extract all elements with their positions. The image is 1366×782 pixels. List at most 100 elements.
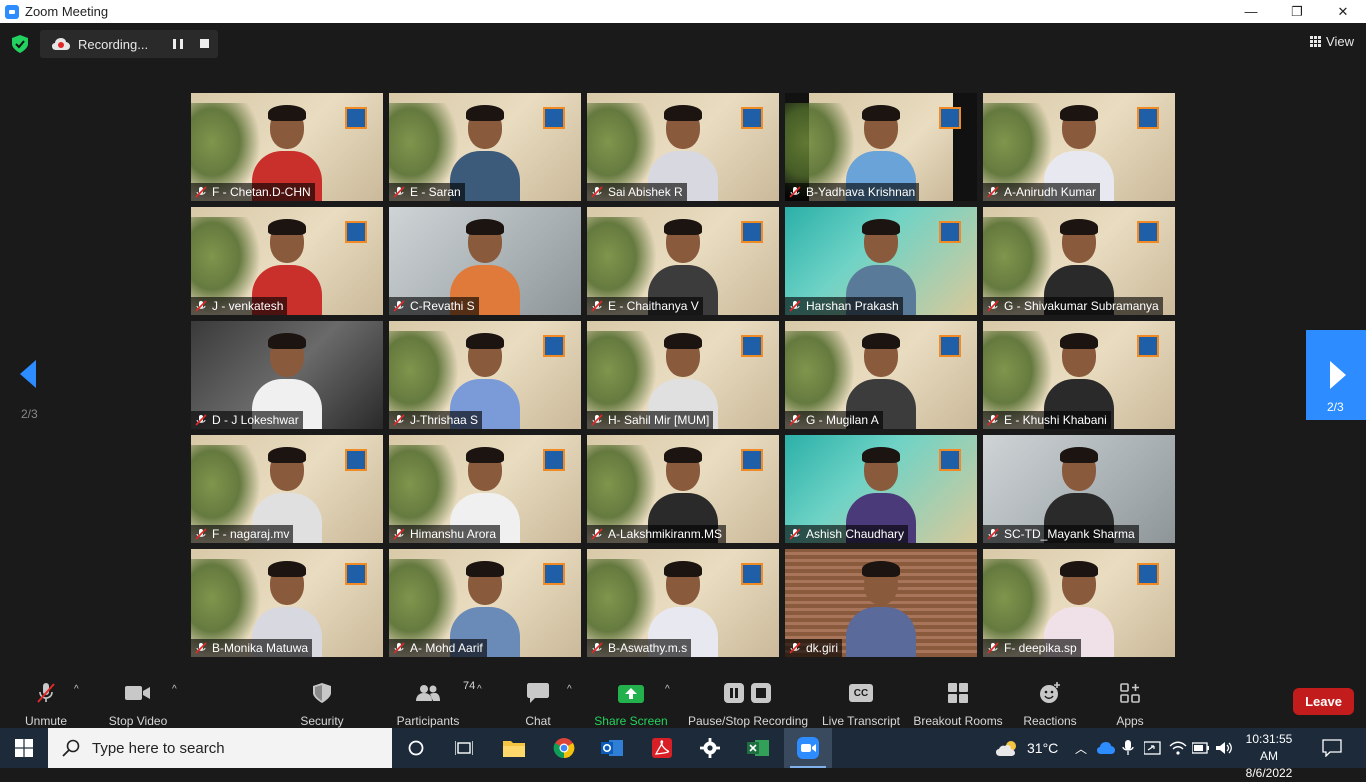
close-button[interactable]: ✕ — [1320, 0, 1366, 23]
background-logo — [741, 335, 763, 357]
leave-button[interactable]: Leave — [1293, 688, 1354, 715]
participant-video-tile[interactable]: A- Mohd Aarif — [389, 549, 581, 657]
stop-recording-button[interactable] — [200, 39, 209, 48]
participant-video-tile[interactable]: J - venkatesh — [191, 207, 383, 315]
chat-button[interactable]: Chat — [516, 670, 560, 728]
participant-video-tile[interactable]: D - J Lokeshwar — [191, 321, 383, 429]
meeting-toolbar: Unmute ^ Stop Video ^ Security 74 Partic… — [0, 670, 1366, 728]
cortana-button[interactable] — [392, 728, 440, 768]
maximize-button[interactable]: ❐ — [1274, 0, 1320, 23]
pause-stop-recording-button[interactable]: Pause/Stop Recording — [688, 670, 808, 728]
start-button[interactable] — [0, 728, 48, 768]
previous-page-button[interactable]: 2/3 — [0, 330, 60, 421]
apps-button[interactable]: Apps — [1110, 670, 1150, 728]
acrobat-button[interactable] — [638, 728, 686, 768]
participant-video-tile[interactable]: E - Saran — [389, 93, 581, 201]
reactions-button[interactable]: Reactions — [1022, 670, 1078, 728]
view-button[interactable]: View — [1310, 34, 1354, 49]
participant-video-tile[interactable]: Ashish Chaudhary — [785, 435, 977, 543]
participants-icon — [416, 685, 440, 701]
show-hidden-icons-button[interactable]: ︿ — [1072, 728, 1090, 768]
notifications-button[interactable] — [1322, 728, 1342, 768]
onedrive-tray-icon[interactable] — [1097, 728, 1115, 768]
pause-stop-recording-label: Pause/Stop Recording — [687, 714, 809, 728]
share-screen-button[interactable]: Share Screen — [594, 670, 668, 728]
file-explorer-button[interactable] — [490, 728, 538, 768]
participant-video-tile[interactable]: Sai Abishek R — [587, 93, 779, 201]
volume-tray-icon[interactable] — [1216, 728, 1234, 768]
gear-icon — [700, 738, 720, 758]
unmute-label: Unmute — [24, 714, 68, 728]
participant-video-tile[interactable]: A-Lakshmikiranm.MS — [587, 435, 779, 543]
chevron-left-icon — [20, 360, 36, 388]
pause-recording-button[interactable] — [173, 39, 183, 49]
security-button[interactable]: Security — [298, 670, 346, 728]
background-logo — [1137, 335, 1159, 357]
page-indicator-left: 2/3 — [21, 407, 38, 421]
participant-video-tile[interactable]: F- deepika.sp — [983, 549, 1175, 657]
taskbar-search-box[interactable]: Type here to search — [48, 728, 392, 768]
chrome-button[interactable] — [540, 728, 588, 768]
participant-name-bar: J - venkatesh — [191, 297, 288, 315]
background-logo — [543, 107, 565, 129]
excel-button[interactable] — [734, 728, 782, 768]
chevron-right-icon — [1330, 361, 1346, 389]
participants-options-caret-icon[interactable]: ^ — [477, 684, 482, 695]
participant-video-tile[interactable]: E - Khushi Khabani — [983, 321, 1175, 429]
wifi-tray-icon[interactable] — [1169, 728, 1187, 768]
stop-video-button[interactable]: Stop Video — [106, 670, 170, 728]
microphone-tray-icon[interactable] — [1122, 728, 1134, 768]
video-options-caret-icon[interactable]: ^ — [172, 684, 177, 695]
chat-options-caret-icon[interactable]: ^ — [567, 684, 572, 695]
windows-logo-icon — [15, 739, 33, 757]
participant-video-tile[interactable]: H- Sahil Mir [MUM] — [587, 321, 779, 429]
participant-video-tile[interactable]: B-Aswathy.m.s — [587, 549, 779, 657]
participant-video-tile[interactable]: dk.giri — [785, 549, 977, 657]
settings-button[interactable] — [686, 728, 734, 768]
microphone-muted-icon — [591, 414, 603, 426]
background-logo — [741, 563, 763, 585]
zoom-taskbar-button[interactable] — [784, 728, 832, 768]
breakout-rooms-button[interactable]: Breakout Rooms — [913, 670, 1003, 728]
taskbar-clock[interactable]: 10:31:55 AM 8/6/2022 — [1238, 731, 1300, 782]
live-transcript-button[interactable]: CC Live Transcript — [822, 670, 900, 728]
security-shield-icon[interactable] — [12, 35, 28, 53]
participant-video-tile[interactable]: Harshan Prakash — [785, 207, 977, 315]
participant-video-tile[interactable]: F - Chetan.D-CHN — [191, 93, 383, 201]
participant-name: B-Monika Matuwa — [212, 641, 309, 655]
grid-icon — [1310, 36, 1322, 47]
participant-video-tile[interactable]: F - nagaraj.mv — [191, 435, 383, 543]
participant-video-tile[interactable]: SC-TD_Mayank Sharma — [983, 435, 1175, 543]
share-options-caret-icon[interactable]: ^ — [665, 684, 670, 695]
participant-video-tile[interactable]: E - Chaithanya V — [587, 207, 779, 315]
participants-count: 74 — [463, 680, 476, 692]
participant-name: C-Revathi S — [410, 299, 475, 313]
participants-button[interactable]: 74 Participants — [396, 670, 476, 728]
outlook-button[interactable] — [588, 728, 636, 768]
unmute-button[interactable]: Unmute — [22, 670, 70, 728]
task-view-button[interactable] — [440, 728, 488, 768]
participant-name-bar: A- Mohd Aarif — [389, 639, 487, 657]
participant-video-tile[interactable]: Himanshu Arora — [389, 435, 581, 543]
participant-name: B-Aswathy.m.s — [608, 641, 688, 655]
view-label: View — [1326, 34, 1354, 49]
wifi-icon — [1169, 741, 1187, 755]
microphone-muted-icon — [987, 528, 999, 540]
minimize-button[interactable]: — — [1228, 0, 1274, 23]
participant-video-tile[interactable]: B-Yadhava Krishnan — [785, 93, 977, 201]
participant-video-tile[interactable]: C-Revathi S — [389, 207, 581, 315]
audio-options-caret-icon[interactable]: ^ — [74, 684, 79, 695]
weather-widget[interactable]: 31°C — [996, 728, 1058, 768]
participant-name: A-Lakshmikiranm.MS — [608, 527, 723, 541]
battery-tray-icon[interactable] — [1192, 728, 1210, 768]
background-logo — [741, 107, 763, 129]
participant-video-tile[interactable]: J-Thrishaa S — [389, 321, 581, 429]
participant-name-bar: dk.giri — [785, 639, 843, 657]
participant-video-tile[interactable]: B-Monika Matuwa — [191, 549, 383, 657]
participant-video-tile[interactable]: G - Mugilan A — [785, 321, 977, 429]
window-title: Zoom Meeting — [25, 4, 109, 19]
meet-now-tray-icon[interactable] — [1144, 728, 1162, 768]
next-page-button[interactable]: 2/3 — [1306, 330, 1366, 420]
participant-video-tile[interactable]: G - Shivakumar Subramanya — [983, 207, 1175, 315]
participant-video-tile[interactable]: A-Anirudh Kumar — [983, 93, 1175, 201]
